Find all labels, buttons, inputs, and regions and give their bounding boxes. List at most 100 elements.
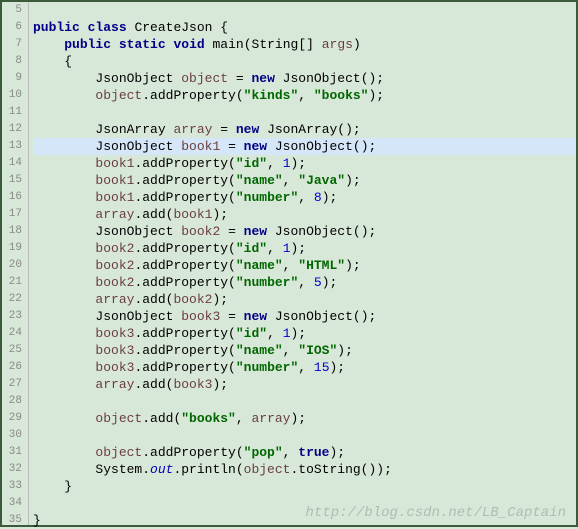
token-var: object	[95, 411, 142, 426]
token-pl: .toString());	[290, 462, 391, 477]
token-str: "name"	[236, 173, 283, 188]
code-line[interactable]: JsonObject book3 = new JsonObject();	[33, 308, 576, 325]
code-line[interactable]: JsonArray array = new JsonArray();	[33, 121, 576, 138]
code-editor: 5678910111213141516171819202122232425262…	[2, 2, 576, 525]
token-pl: .addProperty(	[134, 190, 235, 205]
token-pl: .addProperty(	[134, 258, 235, 273]
token-bool: true	[298, 445, 329, 460]
token-num: 5	[314, 275, 322, 290]
code-line[interactable]: System.out.println(object.toString());	[33, 461, 576, 478]
token-pl: );	[337, 343, 353, 358]
token-var: book1	[95, 190, 134, 205]
code-line[interactable]	[33, 495, 576, 512]
code-line[interactable]: book2.addProperty("id", 1);	[33, 240, 576, 257]
token-var: array	[95, 207, 134, 222]
code-line[interactable]: object.addProperty("kinds", "books");	[33, 87, 576, 104]
line-number: 12	[2, 121, 22, 138]
token-str: "books"	[314, 88, 369, 103]
token-pl: );	[345, 173, 361, 188]
token-var: object	[244, 462, 291, 477]
token-var: array	[173, 122, 212, 137]
code-area[interactable]: public class CreateJson { public static …	[29, 2, 576, 525]
line-number: 33	[2, 478, 22, 495]
token-kw: new	[244, 139, 267, 154]
code-line[interactable]	[33, 2, 576, 19]
code-line[interactable]: object.addProperty("pop", true);	[33, 444, 576, 461]
token-kw: new	[251, 71, 274, 86]
code-line[interactable]: public static void main(String[] args)	[33, 36, 576, 53]
token-type: JsonObject	[95, 224, 173, 239]
token-pl: .addProperty(	[134, 173, 235, 188]
token-var: object	[181, 71, 228, 86]
line-number: 6	[2, 19, 22, 36]
code-line[interactable]: book1.addProperty("name", "Java");	[33, 172, 576, 189]
code-line[interactable]: book2.addProperty("name", "HTML");	[33, 257, 576, 274]
code-line[interactable]	[33, 393, 576, 410]
line-number: 25	[2, 342, 22, 359]
line-number: 17	[2, 206, 22, 223]
token-num: 1	[283, 156, 291, 171]
token-kw: static	[119, 37, 166, 52]
code-line[interactable]: }	[33, 512, 576, 529]
code-line[interactable]: JsonObject book2 = new JsonObject();	[33, 223, 576, 240]
token-str: "id"	[236, 326, 267, 341]
code-line[interactable]	[33, 104, 576, 121]
line-number: 32	[2, 461, 22, 478]
code-line[interactable]: JsonObject book1 = new JsonObject();	[33, 138, 576, 155]
token-str: "id"	[236, 241, 267, 256]
token-pl: ,	[298, 190, 314, 205]
token-pl: .addProperty(	[134, 241, 235, 256]
code-line[interactable]: book3.addProperty("number", 15);	[33, 359, 576, 376]
code-line[interactable]: array.add(book3);	[33, 376, 576, 393]
token-pl: .addProperty(	[134, 360, 235, 375]
token-method: main	[213, 37, 244, 52]
token-pl: ,	[283, 343, 299, 358]
code-line[interactable]: book3.addProperty("name", "IOS");	[33, 342, 576, 359]
token-pl: {	[212, 20, 228, 35]
code-line[interactable]: book2.addProperty("number", 5);	[33, 274, 576, 291]
line-number: 29	[2, 410, 22, 427]
token-pl: );	[345, 258, 361, 273]
code-line[interactable]: object.add("books", array);	[33, 410, 576, 427]
token-pl	[205, 37, 213, 52]
code-line[interactable]: book1.addProperty("number", 8);	[33, 189, 576, 206]
code-line[interactable]: array.add(book1);	[33, 206, 576, 223]
code-line[interactable]: public class CreateJson {	[33, 19, 576, 36]
token-var: book2	[95, 241, 134, 256]
token-var: book2	[95, 258, 134, 273]
token-pl: );	[291, 326, 307, 341]
token-pl: .add(	[134, 292, 173, 307]
code-line[interactable]: book1.addProperty("id", 1);	[33, 155, 576, 172]
token-pl: ,	[283, 258, 299, 273]
code-line[interactable]: {	[33, 53, 576, 70]
token-kw: new	[236, 122, 259, 137]
token-pl: (String[]	[244, 37, 322, 52]
line-number: 30	[2, 427, 22, 444]
line-number: 22	[2, 291, 22, 308]
token-pl: =	[220, 139, 243, 154]
code-line[interactable]: }	[33, 478, 576, 495]
code-line[interactable]: array.add(book2);	[33, 291, 576, 308]
token-var: book1	[95, 173, 134, 188]
token-var: book2	[95, 275, 134, 290]
line-number: 24	[2, 325, 22, 342]
line-number: 26	[2, 359, 22, 376]
line-number: 18	[2, 223, 22, 240]
line-number: 31	[2, 444, 22, 461]
code-line[interactable]	[33, 427, 576, 444]
token-static-field: out	[150, 462, 173, 477]
token-num: 15	[314, 360, 330, 375]
token-pl: ,	[267, 241, 283, 256]
token-pl: ,	[298, 275, 314, 290]
token-pl: ,	[298, 360, 314, 375]
token-var: array	[95, 377, 134, 392]
token-pl: JsonObject();	[267, 224, 376, 239]
line-number: 10	[2, 87, 22, 104]
code-line[interactable]: book3.addProperty("id", 1);	[33, 325, 576, 342]
line-number: 19	[2, 240, 22, 257]
code-line[interactable]: JsonObject object = new JsonObject();	[33, 70, 576, 87]
token-str: "id"	[236, 156, 267, 171]
token-var: book3	[181, 309, 220, 324]
token-pl: );	[368, 88, 384, 103]
token-var: book3	[173, 377, 212, 392]
